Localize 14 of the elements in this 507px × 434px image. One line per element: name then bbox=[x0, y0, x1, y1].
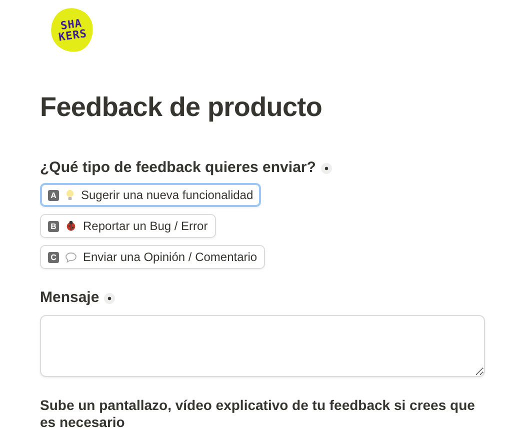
option-key: B bbox=[48, 220, 59, 232]
option-button[interactable]: A Sugerir una nueva funcionalidad bbox=[40, 183, 262, 207]
speech-bubble-icon bbox=[65, 252, 77, 262]
page-title: Feedback de producto bbox=[40, 92, 324, 123]
option-button[interactable]: B Reportar un Bug / Error bbox=[40, 214, 216, 238]
upload-label: Sube un pantallazo, vídeo explicativo de tu feedback si crees que es necesario bbox=[40, 397, 476, 431]
option-button[interactable]: C Enviar una Opinión / Comentario bbox=[40, 245, 266, 269]
option-key: A bbox=[48, 190, 59, 200]
ladybug-icon bbox=[65, 220, 77, 232]
option-key: C bbox=[48, 252, 59, 262]
lightbulb-icon bbox=[65, 189, 75, 201]
field-label: Mensaje bbox=[40, 289, 100, 306]
message-field[interactable] bbox=[40, 315, 485, 377]
question-label: ¿Qué tipo de feedback quieres enviar? bbox=[40, 159, 316, 176]
